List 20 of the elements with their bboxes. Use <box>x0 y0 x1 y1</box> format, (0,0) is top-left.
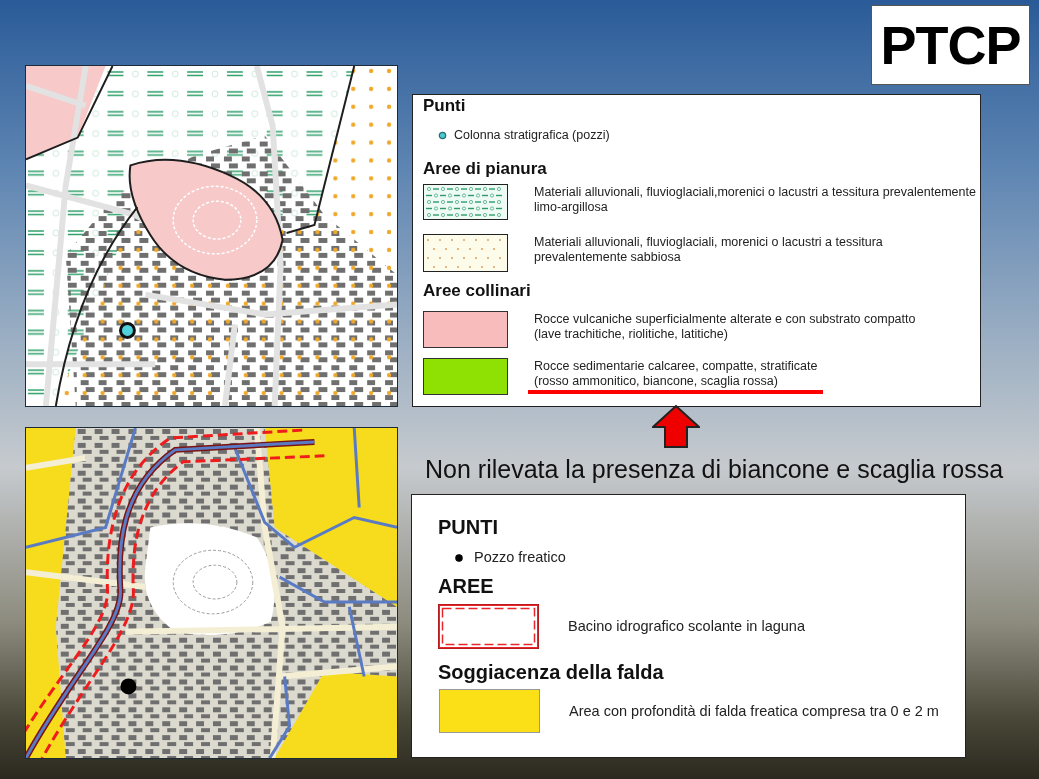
logo: PTCP <box>871 5 1030 85</box>
legend-heading: Soggiacenza della falda <box>438 661 665 683</box>
legend-label: Colonna stratigrafica (pozzi) <box>454 128 610 142</box>
legend-label: Rocce sedimentarie calcaree, compatte, stratificate (rosso ammonitico, biancone, scaglia rossa) <box>534 359 819 389</box>
legend-heading: AREE <box>438 575 495 597</box>
legend-label: Bacino idrografico scolante in laguna <box>568 618 805 635</box>
legend-heading: PUNTI <box>438 516 499 538</box>
pattern-swatch-icon <box>423 234 508 272</box>
legend-label: Area con profondità di falda freatica compresa tra 0 e 2 m <box>569 702 939 720</box>
legend-heading: Punti <box>423 97 467 115</box>
marker-icon <box>120 678 137 695</box>
marker-icon <box>119 322 136 339</box>
legend-label: Rocce vulcaniche superficialmente alterate e con substrato compatto (lave trachitiche, riolitiche, latitiche) <box>534 312 916 342</box>
legend-label: Materiali alluvionali, fluvioglaciali,morenici o lacustri a tessitura prevalentemente limo-argillosa <box>534 185 976 215</box>
legend-label: Materiali alluvionali, fluvioglaciali, morenici o lacustri a tessitura prevalentemente sabbiosa <box>534 235 883 265</box>
legend-label: Pozzo freatico <box>474 549 566 566</box>
legend-heading: Aree di pianura <box>423 160 548 178</box>
note-text: Non rilevata la presenza di biancone e scaglia rossa <box>425 456 1004 483</box>
pattern-swatch-icon <box>423 184 508 220</box>
legend-heading: Aree collinari <box>423 282 532 300</box>
